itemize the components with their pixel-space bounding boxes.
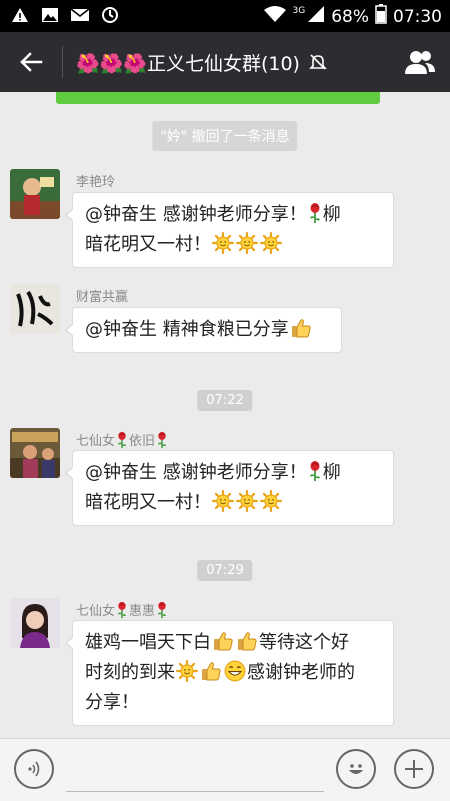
chat-title-wrapper[interactable]: 🌺🌺🌺正义七仙女群(10) <box>76 46 328 78</box>
message-input[interactable] <box>66 791 324 792</box>
mail-icon <box>70 5 90 25</box>
back-arrow-icon[interactable] <box>14 47 48 77</box>
warning-icon <box>10 5 30 25</box>
message-bubble[interactable]: 雄鸡一唱天下白 等待这个好 时刻的到来 感谢钟老师的 分享！ <box>65 620 394 726</box>
notification-strip[interactable] <box>56 92 380 104</box>
battery-icon <box>375 4 387 29</box>
sun-icon <box>260 490 282 512</box>
plus-icon[interactable] <box>394 749 434 789</box>
rose-icon <box>116 431 128 449</box>
recall-notice: "妗" 撤回了一条消息 <box>152 121 298 151</box>
sync-icon <box>100 5 120 25</box>
rose-icon <box>116 601 128 619</box>
sun-icon <box>212 232 234 254</box>
signal-icon <box>307 5 325 28</box>
sender-name: 李艳玲 <box>76 175 116 190</box>
status-bar: 3G 68% 07:30 <box>0 0 450 32</box>
message-bubble[interactable]: @钟奋生 感谢钟老师分享！柳 暗花明又一村！ <box>65 450 394 526</box>
sun-icon <box>176 660 198 682</box>
timestamp: 07:22 <box>197 390 253 411</box>
sun-icon <box>236 232 258 254</box>
message-bubble[interactable]: @钟奋生 精神食粮已分享 <box>65 307 342 353</box>
emoji-icon[interactable] <box>336 749 376 789</box>
mute-icon <box>308 52 328 72</box>
sun-icon <box>212 490 234 512</box>
contacts-icon[interactable] <box>402 46 438 78</box>
avatar[interactable] <box>10 598 60 648</box>
rose-icon <box>156 431 168 449</box>
network-type: 3G <box>292 5 306 16</box>
rose-icon <box>308 460 322 482</box>
divider <box>62 46 63 78</box>
battery-percent: 68% <box>331 6 369 27</box>
image-icon <box>40 5 60 25</box>
thumbs-up-icon <box>200 660 222 682</box>
sun-icon <box>236 490 258 512</box>
voice-icon[interactable] <box>14 749 54 789</box>
thumbs-up-icon <box>290 317 312 339</box>
input-bar <box>0 738 450 801</box>
message-bubble[interactable]: @钟奋生 感谢钟老师分享！柳 暗花明又一村！ <box>65 192 394 268</box>
avatar[interactable] <box>10 428 60 478</box>
sender-name: 七仙女 惠惠 <box>76 600 168 619</box>
timestamp: 07:29 <box>197 560 253 581</box>
grin-icon <box>224 660 246 682</box>
sender-name: 七仙女 依旧 <box>76 430 168 449</box>
chat-title: 🌺🌺🌺正义七仙女群(10) <box>76 52 300 75</box>
rose-icon <box>308 202 322 224</box>
rose-icon <box>156 601 168 619</box>
avatar[interactable] <box>10 284 60 334</box>
thumbs-up-icon <box>212 630 234 652</box>
avatar[interactable] <box>10 169 60 219</box>
wifi-icon <box>263 5 287 28</box>
chat-header: 🌺🌺🌺正义七仙女群(10) <box>0 32 450 92</box>
sender-name: 财富共赢 <box>76 290 129 305</box>
sun-icon <box>260 232 282 254</box>
clock: 07:30 <box>393 6 442 27</box>
thumbs-up-icon <box>236 630 258 652</box>
